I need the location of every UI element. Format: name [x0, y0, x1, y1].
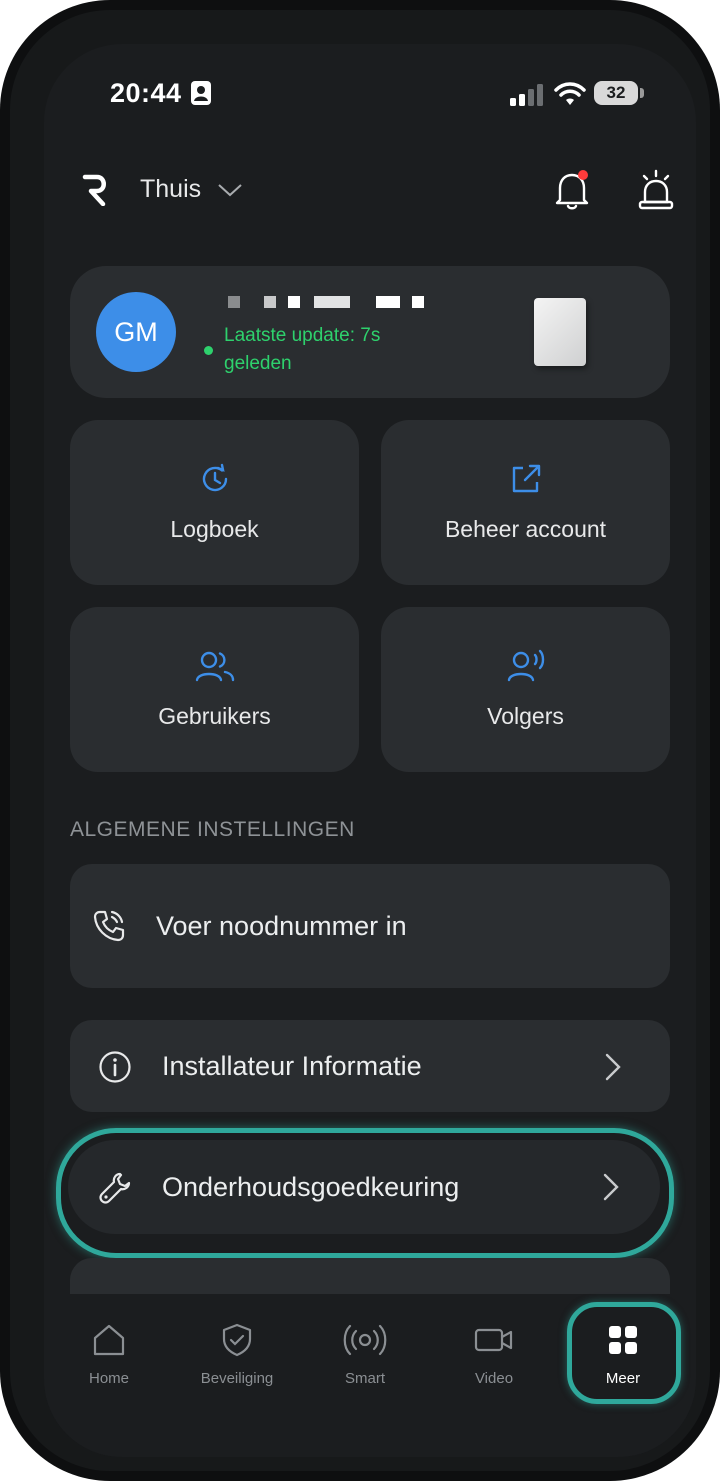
tab-label: Meer — [605, 1370, 641, 1387]
battery-cap — [640, 88, 644, 98]
users-icon — [195, 651, 235, 682]
tab-label: Smart — [344, 1370, 385, 1387]
wrench-icon — [99, 1172, 131, 1204]
battery-level: 32 — [606, 83, 626, 102]
setting-installer-info[interactable]: Installateur Informatie — [70, 1020, 670, 1112]
notifications-button[interactable] — [552, 168, 592, 212]
phone-icon — [93, 910, 125, 942]
setting-label: Onderhoudsgoedkeuring — [162, 1172, 460, 1202]
smart-icon — [343, 1324, 387, 1356]
online-status-dot — [204, 346, 213, 355]
device-card[interactable]: GM Laatste update: 7s geleden — [70, 266, 670, 398]
redacted-device-name — [228, 296, 438, 308]
grid-icon — [609, 1326, 637, 1354]
location-selector[interactable]: Thuis — [140, 175, 243, 204]
chevron-right-icon — [605, 1053, 621, 1081]
tile-beheer-account[interactable]: Beheer account — [381, 420, 670, 585]
tab-home[interactable]: Home — [54, 1314, 164, 1394]
setting-emergency-number[interactable]: Voer noodnummer in — [70, 864, 670, 988]
tile-label: Volgers — [487, 703, 564, 729]
tab-smart[interactable]: Smart — [310, 1314, 420, 1394]
tab-label: Home — [88, 1370, 129, 1387]
tab-meer[interactable]: Meer — [568, 1314, 678, 1394]
info-icon — [99, 1051, 131, 1083]
shield-icon — [222, 1323, 252, 1357]
app-screen: 20:44 32 Thuis GM Laatste update: 7s gel… — [44, 44, 696, 1457]
siren-icon — [638, 169, 674, 210]
phone-frame: 20:44 32 Thuis GM Laatste update: 7s gel… — [0, 0, 720, 1481]
device-image — [534, 298, 586, 366]
setting-label: Voer noodnummer in — [156, 911, 407, 941]
tab-beveiliging[interactable]: Beveiliging — [182, 1314, 292, 1394]
tile-volgers[interactable]: Volgers — [381, 607, 670, 772]
last-update-text: Laatste update: 7s geleden — [224, 325, 381, 374]
setting-label: Installateur Informatie — [162, 1051, 422, 1081]
app-logo-icon — [82, 174, 106, 206]
tab-bar: Home Beveiliging Smart Video Meer — [44, 1294, 696, 1457]
tab-label: Beveiliging — [200, 1370, 274, 1387]
location-name: Thuis — [140, 175, 202, 203]
video-icon — [474, 1328, 513, 1352]
contact-card-icon — [191, 81, 211, 105]
tile-logboek[interactable]: Logboek — [70, 420, 359, 585]
tab-video[interactable]: Video — [439, 1314, 549, 1394]
phone-bezel: 20:44 32 Thuis GM Laatste update: 7s gel… — [10, 10, 710, 1471]
chevron-down-icon — [218, 183, 242, 196]
tile-label: Logboek — [170, 516, 259, 542]
status-time: 20:44 — [110, 78, 182, 108]
tile-label: Gebruikers — [158, 703, 271, 729]
external-link-icon — [512, 464, 541, 493]
signal-icon — [510, 84, 543, 106]
battery-icon: 32 — [594, 81, 638, 105]
history-icon — [202, 463, 228, 492]
tile-gebruikers[interactable]: Gebruikers — [70, 607, 359, 772]
tab-label: Video — [474, 1370, 514, 1387]
setting-maintenance-approval[interactable]: Onderhoudsgoedkeuring — [68, 1140, 660, 1234]
bell-icon — [555, 170, 589, 210]
avatar: GM — [96, 292, 176, 372]
alarm-button[interactable] — [636, 168, 676, 212]
home-icon — [93, 1324, 125, 1356]
tile-label: Beheer account — [444, 516, 607, 542]
follower-icon — [507, 649, 545, 682]
chevron-right-icon — [603, 1173, 619, 1201]
wifi-icon — [554, 82, 586, 105]
section-title: ALGEMENE INSTELLINGEN — [70, 818, 355, 841]
